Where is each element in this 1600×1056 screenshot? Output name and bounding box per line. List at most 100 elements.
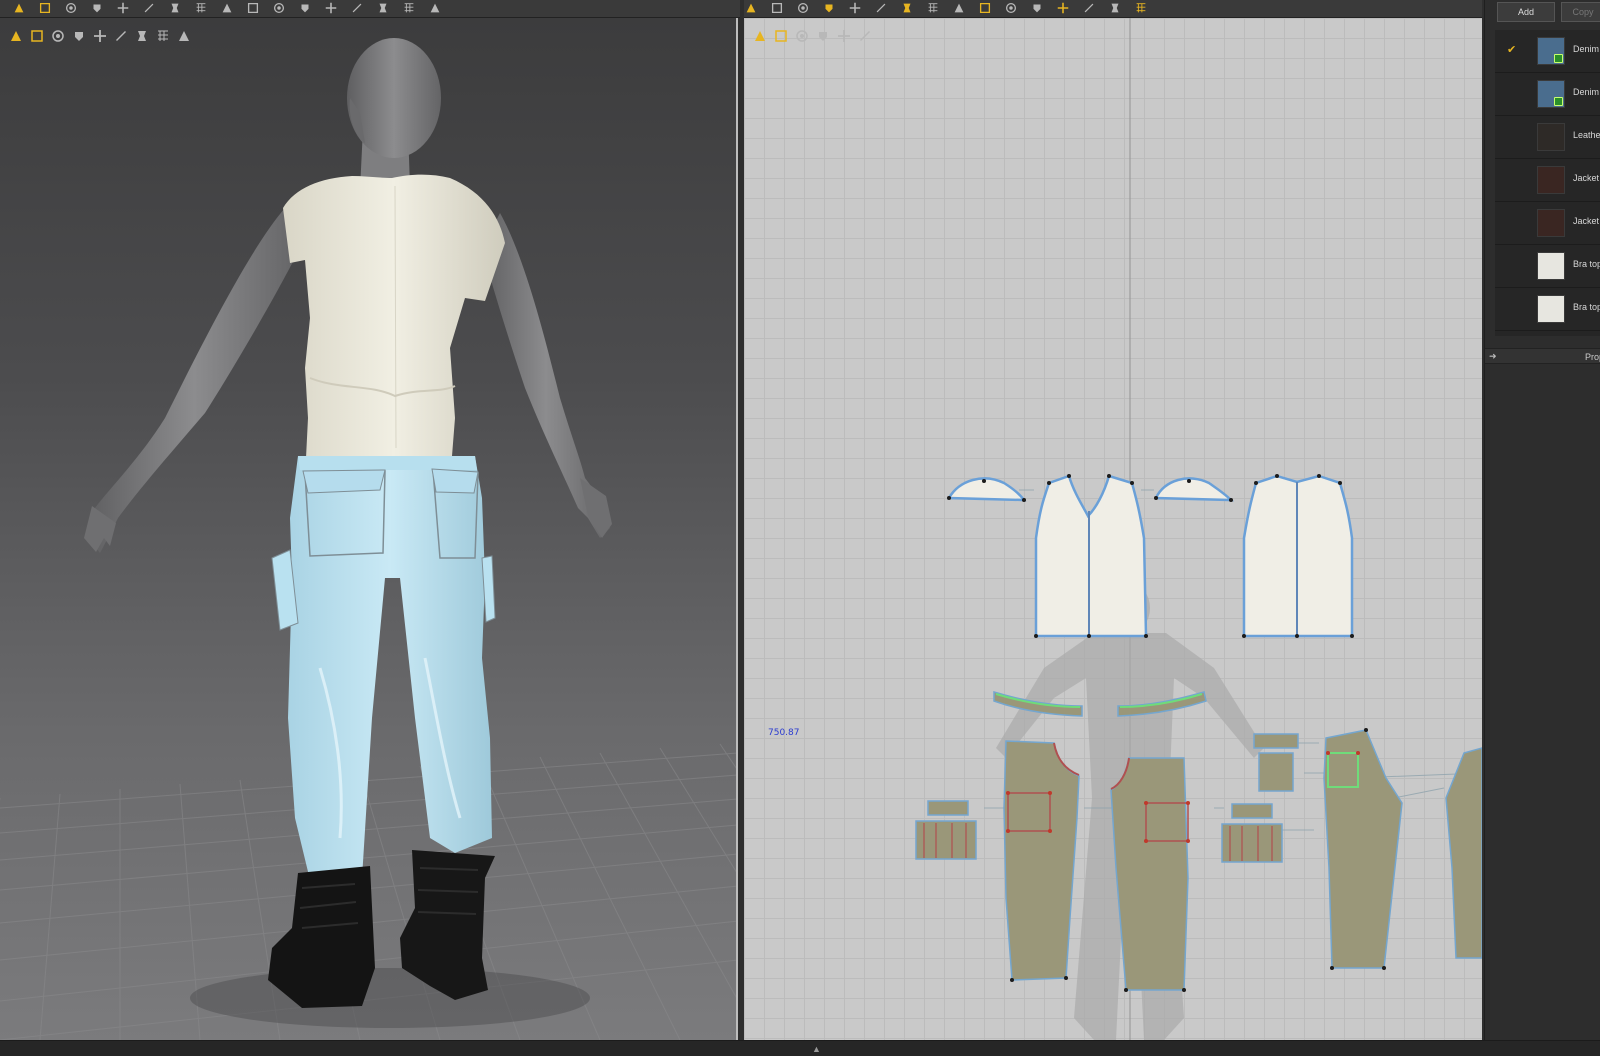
fabric-list-item[interactable]: Jacket t bbox=[1495, 202, 1600, 245]
status-bar: ▲ bbox=[0, 1040, 1600, 1056]
pattern-pant-back-right[interactable] bbox=[1445, 747, 1482, 959]
puckering-icon[interactable] bbox=[376, 1, 390, 15]
fabric-name: Denim F bbox=[1573, 87, 1600, 97]
fabric-swatch[interactable] bbox=[1537, 209, 1565, 237]
pants-3d[interactable] bbox=[271, 456, 496, 880]
zipper-icon[interactable] bbox=[350, 1, 364, 15]
strap-icon[interactable] bbox=[272, 1, 286, 15]
fabric-name: Jacket t bbox=[1573, 216, 1600, 226]
property-editor-header[interactable]: ➜ Prop bbox=[1485, 348, 1600, 364]
polygon-icon[interactable] bbox=[848, 1, 862, 15]
select-move-icon[interactable] bbox=[12, 1, 26, 15]
internal-polygon-icon[interactable] bbox=[900, 1, 914, 15]
fabric-swatch[interactable] bbox=[1537, 80, 1565, 108]
shirt-3d[interactable] bbox=[283, 174, 505, 458]
fabric-view-icon[interactable] bbox=[815, 28, 831, 44]
pattern-front-bodice[interactable] bbox=[1034, 474, 1148, 638]
trace-icon[interactable] bbox=[1030, 1, 1044, 15]
measure-icon[interactable] bbox=[142, 1, 156, 15]
dart-icon[interactable] bbox=[926, 1, 940, 15]
fabric-swatch[interactable] bbox=[1537, 166, 1565, 194]
fabric-name: Bra top bbox=[1573, 259, 1600, 269]
segment-sewing-icon[interactable] bbox=[978, 1, 992, 15]
rectangle-icon[interactable] bbox=[874, 1, 888, 15]
garment-icon[interactable] bbox=[90, 1, 104, 15]
fold-icon[interactable] bbox=[168, 1, 182, 15]
pattern-pant-back-left[interactable] bbox=[1323, 729, 1403, 969]
pattern-pocket-left[interactable] bbox=[915, 820, 977, 860]
transform-icon[interactable] bbox=[38, 1, 52, 15]
fabric-swatch[interactable] bbox=[1537, 295, 1565, 323]
grid-icon[interactable] bbox=[246, 1, 260, 15]
caret-up-icon[interactable]: ▲ bbox=[812, 1044, 821, 1054]
copy-fabric-button[interactable]: Copy bbox=[1561, 2, 1600, 22]
pattern-sleeve-left[interactable] bbox=[946, 477, 1027, 502]
seam-icon[interactable] bbox=[952, 1, 966, 15]
measurement-readout: 750.87 bbox=[768, 728, 800, 738]
pattern-pocket-flap-right[interactable] bbox=[1231, 803, 1273, 819]
checkmark-icon: ✔ bbox=[1507, 44, 1517, 56]
fabric-icon[interactable] bbox=[92, 28, 108, 44]
viewport-3d[interactable] bbox=[0, 18, 738, 1040]
fabric-swatch[interactable] bbox=[1537, 252, 1565, 280]
avatar-icon[interactable] bbox=[71, 28, 87, 44]
fabric-list-item[interactable]: Jacket l bbox=[1495, 159, 1600, 202]
export-2d-icon[interactable] bbox=[857, 28, 873, 44]
arrangement-icon[interactable] bbox=[194, 1, 208, 15]
environment-icon[interactable] bbox=[155, 28, 171, 44]
symmetry-icon[interactable] bbox=[1108, 1, 1122, 15]
tack-icon[interactable] bbox=[116, 1, 130, 15]
fabric-list-item[interactable]: Denim F bbox=[1495, 73, 1600, 116]
pattern-back-pocket[interactable] bbox=[1258, 752, 1294, 792]
app-window: 750.87 Add Copy ✔ Denim F Denim F Leather Ja… bbox=[0, 0, 1600, 1056]
fabric-name: Bra top bbox=[1573, 302, 1600, 312]
fabric-list: ✔ Denim F Denim F Leather Jacket l Jacket t Br… bbox=[1495, 30, 1600, 336]
avatar-silhouette-icon[interactable] bbox=[836, 28, 852, 44]
add-fabric-button[interactable]: Add bbox=[1497, 2, 1555, 22]
edit-pattern-icon[interactable] bbox=[744, 1, 758, 15]
grading-icon[interactable] bbox=[1082, 1, 1096, 15]
property-editor-label: Prop bbox=[1585, 352, 1600, 362]
pattern-pant-front-left[interactable] bbox=[1003, 740, 1080, 981]
fabric-swatch[interactable] bbox=[1537, 123, 1565, 151]
texture-icon[interactable] bbox=[50, 28, 66, 44]
free-sewing-icon[interactable] bbox=[1004, 1, 1018, 15]
fold-arrange-icon[interactable] bbox=[1056, 1, 1070, 15]
viewport-2d[interactable]: 750.87 bbox=[744, 18, 1482, 1040]
fabric-name: Denim F bbox=[1573, 44, 1600, 54]
pattern-pant-front-right[interactable] bbox=[1110, 757, 1189, 991]
pattern-canvas[interactable] bbox=[744, 18, 1482, 1040]
fabric-list-item[interactable]: Leather bbox=[1495, 116, 1600, 159]
buttonhole-icon[interactable] bbox=[324, 1, 338, 15]
pin-icon[interactable] bbox=[64, 1, 78, 15]
pattern-pocket-flap-left[interactable] bbox=[927, 800, 969, 816]
3d-scene[interactable] bbox=[0, 18, 738, 1040]
lasso-icon[interactable] bbox=[773, 28, 789, 44]
fabric-swatch[interactable] bbox=[1537, 37, 1565, 65]
skin-icon[interactable] bbox=[134, 28, 150, 44]
add-point-icon[interactable] bbox=[822, 1, 836, 15]
pattern-select-icon[interactable] bbox=[752, 28, 768, 44]
stress-map-icon[interactable] bbox=[113, 28, 129, 44]
edit-curvature-icon[interactable] bbox=[796, 1, 810, 15]
avatar-pose-icon[interactable] bbox=[402, 1, 416, 15]
fabric-list-item[interactable]: Bra top bbox=[1495, 245, 1600, 288]
fitting-icon[interactable] bbox=[428, 1, 442, 15]
zoom-icon[interactable] bbox=[794, 28, 810, 44]
2d-toolbar bbox=[744, 0, 1482, 18]
pattern-back-pocket-flap[interactable] bbox=[1253, 733, 1299, 749]
pattern-icon[interactable] bbox=[220, 1, 234, 15]
export-icon[interactable] bbox=[176, 28, 192, 44]
display-avatar-icon[interactable] bbox=[8, 28, 24, 44]
garment-tool-icon[interactable] bbox=[1134, 1, 1148, 15]
transform-pattern-icon[interactable] bbox=[770, 1, 784, 15]
object-browser-panel: Add Copy ✔ Denim F Denim F Leather Jacket l J… bbox=[1484, 0, 1600, 1040]
button-icon[interactable] bbox=[298, 1, 312, 15]
pattern-pocket-right[interactable] bbox=[1221, 823, 1283, 863]
pattern-back-bodice[interactable] bbox=[1242, 474, 1354, 638]
fabric-list-item[interactable]: ✔ Denim F bbox=[1495, 30, 1600, 73]
pattern-sleeve-right[interactable] bbox=[1154, 477, 1235, 502]
fabric-list-item[interactable]: Bra top bbox=[1495, 288, 1600, 331]
expand-arrow-icon[interactable]: ➜ bbox=[1489, 351, 1497, 362]
display-garment-icon[interactable] bbox=[29, 28, 45, 44]
